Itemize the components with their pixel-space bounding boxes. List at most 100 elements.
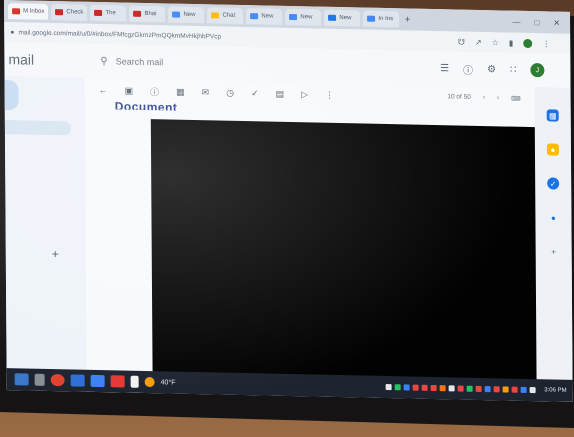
- help-icon[interactable]: ⓘ: [463, 61, 473, 76]
- nav-item-selected[interactable]: [4, 120, 71, 136]
- bookmark-star-icon[interactable]: ☆: [492, 38, 499, 47]
- window-controls: — □ ✕: [512, 17, 570, 27]
- tray-icon[interactable]: [529, 387, 536, 394]
- share-icon[interactable]: ↗: [475, 37, 482, 46]
- tray-icon[interactable]: [412, 384, 419, 391]
- google-icon: [289, 13, 298, 21]
- sliders-icon[interactable]: ☰: [440, 63, 449, 74]
- chat-icon: [211, 12, 220, 19]
- tray-icon[interactable]: [493, 386, 500, 393]
- report-spam-icon[interactable]: ⓘ: [150, 85, 159, 98]
- tray-icon[interactable]: [448, 385, 455, 392]
- close-icon[interactable]: ✕: [553, 18, 560, 27]
- tab-label: Check: [66, 9, 84, 16]
- browser-menu-icon[interactable]: ⋮: [542, 39, 550, 48]
- tab-label: New: [339, 15, 352, 22]
- keep-icon[interactable]: ●: [546, 143, 559, 156]
- gmail-icon: [12, 8, 21, 15]
- apps-grid-icon[interactable]: ∷: [510, 64, 516, 75]
- tab-check[interactable]: Check: [51, 3, 88, 21]
- tray-icon[interactable]: [403, 384, 410, 391]
- tasks-icon[interactable]: ✓: [547, 177, 560, 190]
- app-icon[interactable]: [90, 374, 105, 388]
- app-icon[interactable]: [70, 374, 85, 387]
- sidebar-icon[interactable]: ▮: [509, 38, 513, 47]
- tray-icon[interactable]: [502, 386, 509, 393]
- mark-unread-icon[interactable]: ✉: [202, 87, 210, 98]
- site-info-icon[interactable]: ●: [10, 29, 14, 36]
- minimize-icon[interactable]: —: [512, 17, 520, 26]
- search-icon[interactable]: ⚲: [100, 56, 107, 67]
- tab-new-4[interactable]: New: [324, 9, 361, 27]
- tray-icon[interactable]: [466, 385, 473, 392]
- tray-icon[interactable]: [385, 383, 392, 391]
- task-view-icon[interactable]: [34, 373, 45, 386]
- header-actions: ☰ ⓘ ⚙ ∷ J: [440, 61, 570, 79]
- gmail-logo[interactable]: mail: [4, 51, 92, 69]
- app-icon[interactable]: [110, 375, 125, 388]
- search-bar[interactable]: ⚲ Search mail: [92, 49, 412, 80]
- label-icon[interactable]: ▷: [301, 89, 308, 100]
- tab-chat[interactable]: Chat: [207, 7, 244, 25]
- contacts-icon[interactable]: ●: [547, 211, 559, 223]
- start-icon[interactable]: [14, 373, 29, 386]
- profile-icon[interactable]: [523, 38, 533, 48]
- tab-new-3[interactable]: New: [285, 8, 322, 26]
- address-bar[interactable]: mail.google.com/mail/u/0/#inbox/FMfcgzGk…: [18, 29, 318, 42]
- maximize-icon[interactable]: □: [534, 18, 539, 27]
- pagination: 10 of 50 ‹ › ⌨: [447, 93, 534, 103]
- tray-icon[interactable]: [394, 384, 401, 391]
- tray-icon[interactable]: [511, 386, 518, 393]
- search-input[interactable]: Search mail: [116, 56, 164, 67]
- gear-icon[interactable]: ⚙: [487, 64, 496, 75]
- add-task-icon[interactable]: ✓: [251, 88, 259, 99]
- tab-label: New: [183, 11, 196, 19]
- embedded-video-black[interactable]: [150, 119, 543, 402]
- tray-icon[interactable]: [484, 386, 491, 393]
- compose-button[interactable]: [4, 80, 19, 111]
- tab-new-1[interactable]: New: [168, 6, 205, 24]
- tab-label: New: [261, 13, 274, 20]
- email-subject: Document: [114, 99, 178, 111]
- document-icon: [328, 14, 337, 21]
- weather-temp[interactable]: 40°F: [161, 379, 176, 386]
- add-label-button[interactable]: +: [52, 247, 59, 261]
- add-app-icon[interactable]: +: [548, 245, 560, 257]
- reading-pane: Document: [84, 99, 543, 402]
- tab-bhai[interactable]: Bhai: [129, 5, 166, 23]
- archive-icon[interactable]: ▣: [125, 85, 134, 96]
- tab-in-ins[interactable]: In Ins: [363, 10, 400, 28]
- tray-icon[interactable]: [475, 385, 482, 393]
- app-icon[interactable]: [130, 375, 139, 388]
- calendar-icon[interactable]: ▦: [546, 109, 559, 122]
- key-icon[interactable]: ☋: [458, 37, 465, 46]
- keyboard-icon[interactable]: ⌨: [511, 95, 520, 103]
- chrome-icon[interactable]: [50, 373, 65, 387]
- chevron-right-icon[interactable]: ›: [497, 94, 499, 102]
- monitor-screen: M Inbox Check The Bhai New Chat New New …: [4, 0, 573, 402]
- more-options-icon[interactable]: ⋮: [325, 89, 334, 100]
- browser-actions: ☋ ↗ ☆ ▮ ⋮: [458, 37, 570, 48]
- youtube-icon: [133, 10, 142, 17]
- google-icon: [250, 13, 259, 20]
- chevron-left-icon[interactable]: ‹: [483, 94, 485, 102]
- back-arrow-icon[interactable]: ←: [99, 85, 108, 95]
- move-to-icon[interactable]: ▤: [276, 88, 285, 99]
- weather-icon[interactable]: [144, 376, 155, 388]
- tray-icon[interactable]: [421, 384, 428, 391]
- tray-icon[interactable]: [439, 385, 446, 392]
- tab-the[interactable]: The: [90, 4, 127, 22]
- tab-label: Chat: [222, 12, 236, 19]
- taskbar-clock[interactable]: 3:06 PM: [538, 387, 572, 394]
- tab-new-2[interactable]: New: [246, 8, 283, 25]
- delete-icon[interactable]: ▦: [176, 86, 185, 97]
- tray-icon[interactable]: [457, 385, 464, 392]
- tray-icon[interactable]: [430, 384, 437, 392]
- left-nav: +: [4, 76, 87, 388]
- page-count: 10 of 50: [447, 93, 471, 101]
- avatar[interactable]: J: [530, 63, 545, 78]
- tab-gmail-inbox[interactable]: M Inbox: [8, 3, 49, 20]
- tray-icon[interactable]: [520, 386, 527, 393]
- new-tab-button[interactable]: +: [404, 14, 410, 25]
- snooze-clock-icon[interactable]: ◷: [226, 87, 234, 98]
